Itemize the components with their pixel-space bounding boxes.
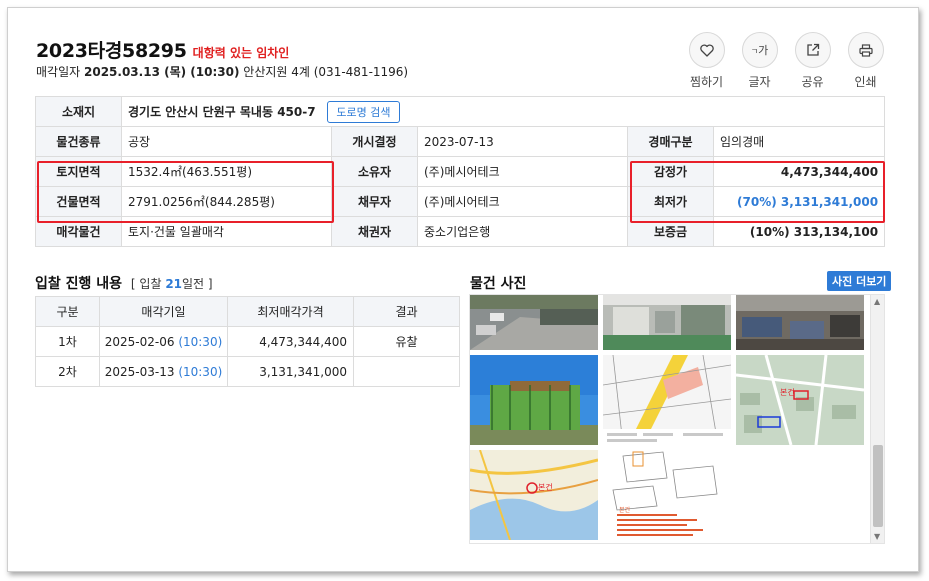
- debtor-label: 채무자: [331, 186, 418, 217]
- time-text: (10:30): [178, 364, 223, 379]
- gallery-scrollbar[interactable]: ▲ ▼: [870, 295, 884, 543]
- heart-icon: [688, 32, 725, 68]
- result-cell: 유찰: [353, 326, 460, 357]
- round-cell: 2차: [35, 356, 100, 387]
- round-cell: 1차: [35, 326, 100, 357]
- price-cell: 3,131,341,000: [227, 356, 354, 387]
- photo-thumbnail[interactable]: [603, 355, 731, 445]
- photo-thumbnail[interactable]: [603, 295, 731, 350]
- kind-value: 임의경매: [712, 126, 886, 157]
- location-label: 소재지: [35, 96, 122, 127]
- owner-label: 소유자: [331, 156, 418, 187]
- photo-section-title: 물건 사진: [470, 276, 527, 292]
- date-cell: 2025-02-06 (10:30): [99, 326, 228, 357]
- bid-countdown: [ 입찰 21일전 ]: [131, 277, 213, 291]
- sale-info: 매각일자 2025.03.13 (목) (10:30) 안산지원 4계 (031…: [36, 63, 408, 80]
- col-date: 매각기일: [99, 296, 228, 327]
- favorite-button[interactable]: 찜하기: [680, 32, 733, 90]
- col-result: 결과: [353, 296, 460, 327]
- debtor-value: (주)메시어테크: [417, 186, 628, 217]
- type-label: 물건종류: [35, 126, 122, 157]
- photo-thumbnail[interactable]: 본건: [470, 450, 598, 540]
- court-info: 안산지원 4계 (031-481-1196): [243, 65, 409, 79]
- price-cell: 4,473,344,400: [227, 326, 354, 357]
- photo-thumbnail[interactable]: [470, 355, 598, 445]
- price-highlight-box: [630, 161, 885, 223]
- col-round: 구분: [35, 296, 100, 327]
- case-number: 2023타경58295: [36, 40, 187, 62]
- table-row: 물건종류 공장 개시결정 2023-07-13 경매구분 임의경매: [35, 126, 886, 157]
- share-label: 공유: [801, 75, 824, 89]
- tenant-warning-tag: 대항력 있는 임차인: [192, 46, 290, 60]
- kind-label: 경매구분: [627, 126, 714, 157]
- font-size-label: 글자: [748, 75, 771, 89]
- share-icon: [794, 32, 831, 68]
- photo-thumbnail[interactable]: [470, 295, 598, 350]
- share-button[interactable]: 공유: [786, 32, 839, 90]
- start-label: 개시결정: [331, 126, 418, 157]
- result-cell: [353, 356, 460, 387]
- date-text: 2025-02-06: [104, 334, 175, 349]
- font-size-button[interactable]: ㄱ가 글자: [733, 32, 786, 90]
- scrollbar-thumb[interactable]: [873, 445, 883, 527]
- col-price: 최저매각가격: [227, 296, 354, 327]
- start-value: 2023-07-13: [417, 126, 628, 157]
- bid-history-table: 구분 매각기일 최저매각가격 결과 1차 2025-02-06 (10:30) …: [35, 296, 460, 387]
- date-text: 2025-03-13: [104, 364, 175, 379]
- font-size-icon: ㄱ가: [741, 32, 778, 68]
- table-row: 2차 2025-03-13 (10:30) 3,131,341,000: [35, 356, 460, 387]
- sale-date-label: 매각일자: [36, 65, 81, 79]
- creditor-label: 채권자: [331, 216, 418, 247]
- title-row: 2023타경58295 대항력 있는 임차인: [36, 36, 289, 63]
- action-bar: 찜하기 ㄱ가 글자 공유 인쇄: [680, 32, 892, 90]
- bid-countdown-days: 21: [165, 277, 183, 291]
- print-button[interactable]: 인쇄: [839, 32, 892, 90]
- map-label-location: 본건: [538, 482, 553, 492]
- owner-value: (주)메시어테크: [417, 156, 628, 187]
- map-label-subject: 본건: [780, 387, 795, 397]
- more-photos-button[interactable]: 사진 더보기: [827, 271, 892, 291]
- location-cell: 경기도 안산시 단원구 목내동 450-7 도로명 검색: [120, 96, 886, 127]
- scroll-up-icon[interactable]: ▲: [874, 297, 880, 306]
- bid-countdown-suffix: 일전 ]: [182, 277, 213, 291]
- area-highlight-box: [37, 161, 334, 223]
- time-text: (10:30): [178, 334, 223, 349]
- date-cell: 2025-03-13 (10:30): [99, 356, 228, 387]
- photo-thumbnail[interactable]: 본건: [603, 450, 731, 540]
- type-value: 공장: [121, 126, 332, 157]
- table-row: 1차 2025-02-06 (10:30) 4,473,344,400 유찰: [35, 326, 460, 357]
- photo-gallery: 본건 본건 본건 ▲ ▼: [469, 294, 885, 544]
- bid-section-title: 입찰 진행 내용 [ 입찰 21일전 ]: [35, 273, 213, 293]
- sale-date: 2025.03.13 (목) (10:30): [84, 65, 240, 79]
- location-value: 경기도 안산시 단원구 목내동 450-7: [128, 104, 316, 119]
- table-header-row: 구분 매각기일 최저매각가격 결과: [35, 296, 460, 327]
- table-row: 소재지 경기도 안산시 단원구 목내동 450-7 도로명 검색: [35, 96, 886, 127]
- photo-thumbnail[interactable]: [736, 295, 864, 350]
- photo-thumbnail[interactable]: 본건: [736, 355, 864, 445]
- print-label: 인쇄: [854, 75, 877, 89]
- road-address-search-button[interactable]: 도로명 검색: [327, 100, 400, 123]
- scroll-down-icon[interactable]: ▼: [874, 532, 880, 541]
- drawing-label: 본건: [619, 506, 630, 514]
- print-icon: [847, 32, 884, 68]
- bid-countdown-prefix: [ 입찰: [130, 277, 162, 291]
- bid-title-text: 입찰 진행 내용: [35, 276, 123, 292]
- creditor-value: 중소기업은행: [417, 216, 628, 247]
- favorite-label: 찜하기: [689, 75, 724, 89]
